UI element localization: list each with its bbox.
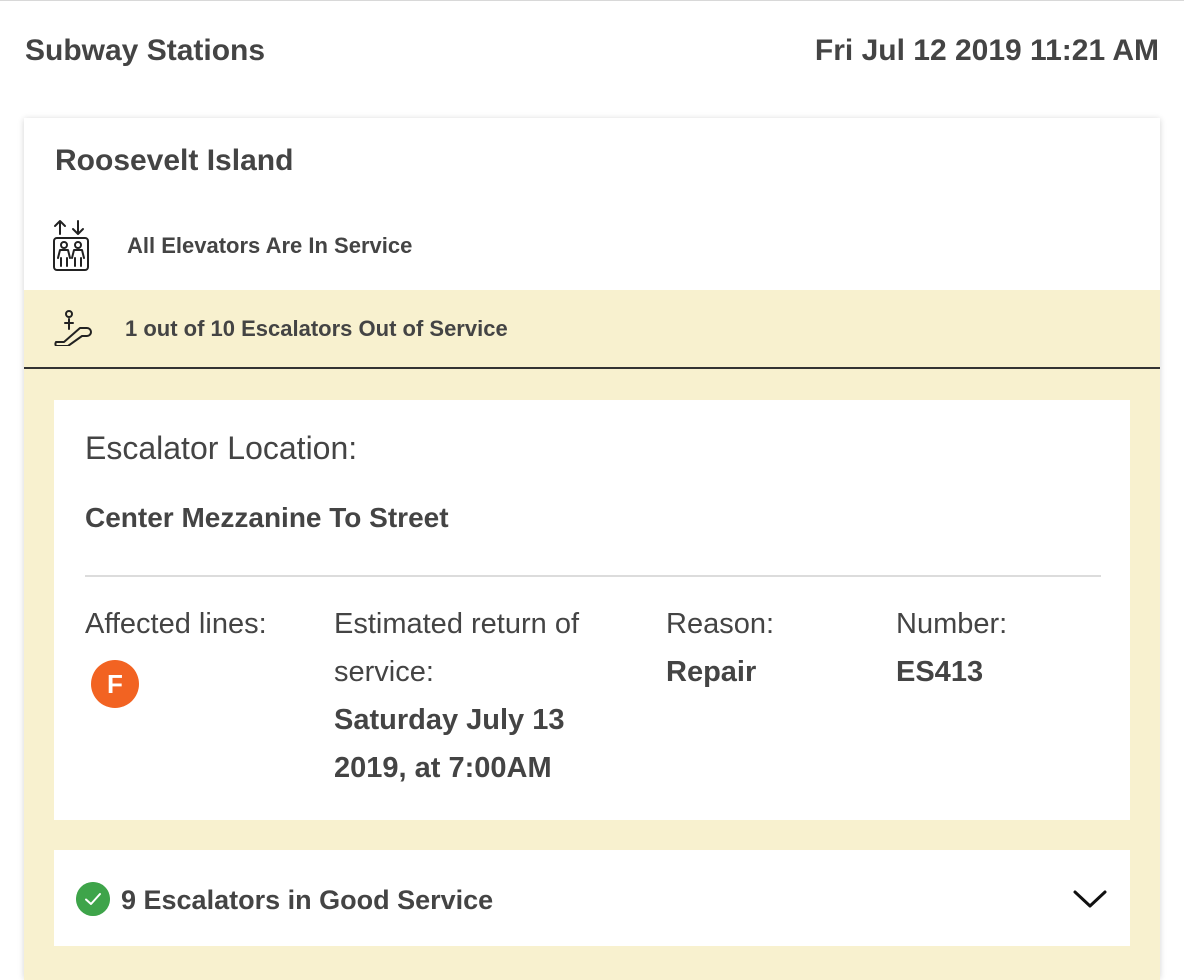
elevator-icon (53, 220, 89, 271)
check-circle-icon (76, 882, 110, 916)
reason-column: Reason: Repair (666, 600, 866, 696)
escalator-outage-section: 1 out of 10 Escalators Out of Service Es… (24, 290, 1160, 980)
outage-detail-card: Escalator Location: Center Mezzanine To … (54, 400, 1130, 820)
number-label: Number: (896, 608, 1008, 640)
current-datetime: Fri Jul 12 2019 11:21 AM (814, 34, 1159, 67)
reason-label: Reason: (666, 608, 775, 640)
elevator-status-text: All Elevators Are In Service (127, 233, 413, 258)
number-value: ES413 (896, 656, 984, 688)
chevron-down-icon[interactable] (1072, 888, 1108, 910)
line-badge-f: F (91, 660, 139, 708)
return-column: Estimated return of service: Saturday Ju… (334, 600, 634, 792)
number-column: Number: ES413 (896, 600, 1096, 696)
location-value: Center Mezzanine To Street (85, 502, 449, 533)
return-value: Saturday July 13 2019, at 7:00AM (334, 704, 565, 784)
station-card: Roosevelt Island All Elevators Are In Se… (24, 118, 1160, 980)
escalator-status-row: 1 out of 10 Escalators Out of Service (24, 290, 1160, 369)
affected-lines-label: Affected lines: (85, 608, 267, 640)
station-name: Roosevelt Island (55, 144, 294, 177)
page-title: Subway Stations (25, 34, 266, 67)
good-service-text: 9 Escalators in Good Service (121, 885, 494, 915)
affected-lines-column: Affected lines: F (85, 600, 315, 708)
divider (85, 575, 1101, 577)
return-label: Estimated return of service: (334, 608, 579, 688)
escalator-status-text: 1 out of 10 Escalators Out of Service (125, 316, 508, 341)
reason-value: Repair (666, 656, 757, 688)
elevator-status-row: All Elevators Are In Service (24, 208, 1160, 290)
page-header: Subway Stations Fri Jul 12 2019 11:21 AM (0, 0, 1184, 110)
escalator-icon (54, 310, 92, 346)
location-heading: Escalator Location: (85, 430, 358, 466)
good-service-accordion[interactable]: 9 Escalators in Good Service (54, 850, 1130, 946)
